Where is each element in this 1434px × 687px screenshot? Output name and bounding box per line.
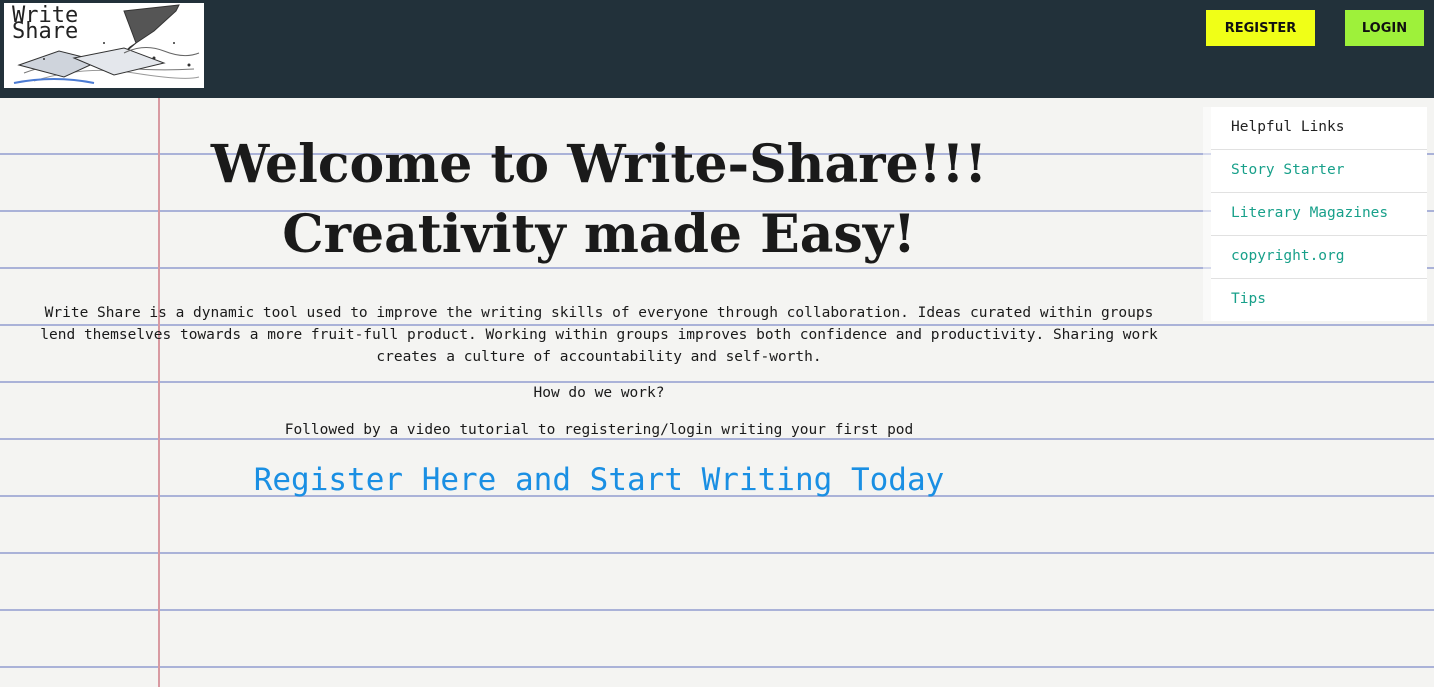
how-we-work-text: How do we work? [533, 385, 665, 401]
logo-text-share: Share [12, 19, 79, 44]
top-navbar: Write Share REGISTER LOGIN [0, 0, 1434, 98]
link-copyright-org[interactable]: copyright.org [1211, 236, 1427, 279]
register-button[interactable]: REGISTER [1206, 10, 1315, 46]
page-title: Welcome to Write-Share!!! Creativity mad… [0, 130, 1198, 270]
link-tips[interactable]: Tips [1211, 279, 1427, 321]
write-share-logo[interactable]: Write Share [4, 3, 204, 88]
helpful-links-header: Helpful Links [1211, 107, 1427, 150]
intro-paragraph: Write Share is a dynamic tool used to im… [40, 305, 1158, 365]
login-button[interactable]: LOGIN [1345, 10, 1424, 46]
link-story-starter[interactable]: Story Starter [1211, 150, 1427, 193]
page-title-line-1: Welcome to Write-Share!!! [210, 134, 988, 195]
helpful-links-panel: Helpful Links Story Starter Literary Mag… [1211, 107, 1427, 321]
register-here-link[interactable]: Register Here and Start Writing Today [0, 458, 1198, 502]
link-literary-magazines[interactable]: Literary Magazines [1211, 193, 1427, 236]
page-title-line-2: Creativity made Easy! [282, 204, 916, 265]
video-tutorial-text: Followed by a video tutorial to register… [284, 422, 914, 438]
